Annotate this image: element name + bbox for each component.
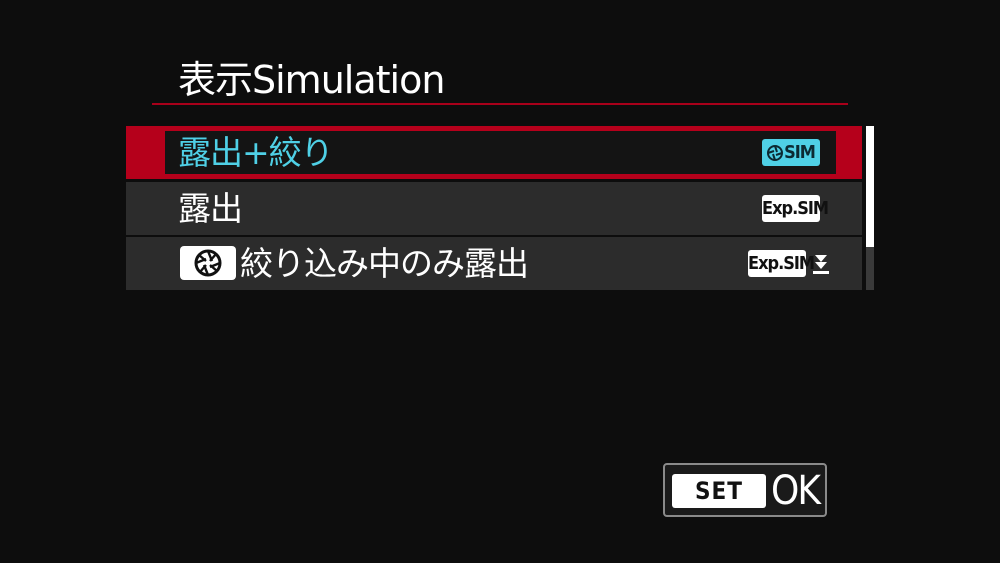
exp-sim-badge: Exp.SIM <box>748 250 815 277</box>
exp-sim-badge: Exp.SIM <box>762 195 829 222</box>
sim-badge: SIM <box>762 139 820 166</box>
menu-item-exposure[interactable]: 露出 Exp.SIM <box>126 182 862 235</box>
menu-list: 露出+絞り SIM 露出 Exp.SIM 絞り込み中のみ露出 Exp.SIM <box>126 126 862 290</box>
menu-item-exposure-aperture[interactable]: 露出+絞り SIM <box>126 126 862 179</box>
set-ok-button[interactable]: SET OK <box>663 463 827 517</box>
scrollbar[interactable] <box>866 126 874 290</box>
page-title: 表示Simulation <box>178 58 445 102</box>
ok-label: OK <box>771 468 821 514</box>
set-key-icon: SET <box>672 474 766 508</box>
menu-item-label: 露出+絞り <box>178 133 334 172</box>
sim-badge-text: SIM <box>784 142 816 163</box>
aperture-icon <box>180 246 236 280</box>
download-arrow-icon <box>813 255 829 274</box>
menu-item-label-wrap: 絞り込み中のみ露出 <box>180 237 529 290</box>
title-divider <box>152 103 848 105</box>
camera-menu-screen: 表示Simulation 露出+絞り SIM 露出 Exp.SIM 絞り込み中の… <box>0 0 1000 563</box>
scrollbar-thumb[interactable] <box>866 126 874 247</box>
menu-item-label: 露出 <box>178 189 243 228</box>
menu-item-exposure-during-dof-preview[interactable]: 絞り込み中のみ露出 Exp.SIM <box>126 237 862 290</box>
menu-item-label: 絞り込み中のみ露出 <box>240 244 529 283</box>
aperture-icon <box>767 145 784 161</box>
